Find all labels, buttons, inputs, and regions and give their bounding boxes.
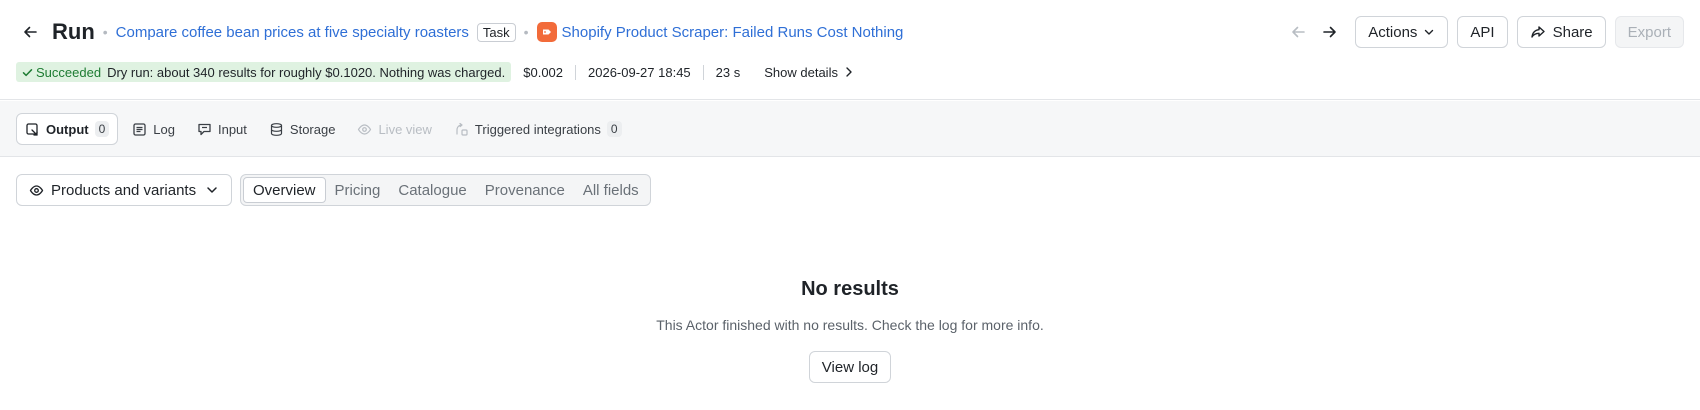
- tag-icon: [536, 22, 557, 42]
- arrow-right-icon: [1323, 26, 1337, 38]
- chevron-down-icon: [207, 187, 217, 193]
- status-badge: Succeeded Dry run: about 340 results for…: [16, 62, 512, 82]
- task-link[interactable]: Compare coffee bean prices at five speci…: [116, 24, 469, 41]
- share-button[interactable]: Share: [1516, 16, 1606, 48]
- api-label: API: [1470, 23, 1495, 41]
- run-header: Run • Compare coffee bean prices at five…: [0, 0, 1700, 100]
- eye-icon: [358, 123, 372, 135]
- tab-triggered-integrations[interactable]: Triggered integrations 0: [446, 113, 630, 145]
- tab-input[interactable]: Input: [189, 113, 255, 145]
- view-select[interactable]: Products and variants: [16, 174, 232, 206]
- show-details-label: Show details: [764, 64, 838, 80]
- view-log-button[interactable]: View log: [808, 351, 892, 383]
- actor-name: Shopify Product Scraper: Failed Runs Cos…: [561, 23, 904, 41]
- tab-log-label: Log: [153, 121, 175, 137]
- api-button[interactable]: API: [1457, 16, 1508, 48]
- separator-dot: •: [102, 24, 108, 40]
- tab-output-count: 0: [94, 121, 110, 137]
- tab-storage-label: Storage: [289, 121, 336, 137]
- input-icon: [198, 123, 211, 135]
- empty-state: No results This Actor finished with no r…: [0, 278, 1700, 383]
- run-tabs: Output 0 Log Input Storage Live view Tri…: [16, 113, 636, 145]
- export-button[interactable]: Export: [1614, 16, 1684, 48]
- segment-pricing[interactable]: Pricing: [326, 177, 390, 203]
- storage-icon: [270, 122, 283, 136]
- tab-output[interactable]: Output 0: [16, 113, 119, 145]
- check-icon: [22, 68, 33, 76]
- chevron-right-icon: [846, 67, 852, 77]
- page-title: Run: [52, 19, 95, 44]
- header-toolbar: Actions API Share Export: [1282, 16, 1684, 48]
- tab-live-view[interactable]: Live view: [349, 113, 439, 145]
- segment-provenance[interactable]: Provenance: [476, 177, 574, 203]
- status-state: Succeeded: [22, 65, 101, 80]
- tab-triggered-integrations-count: 0: [606, 121, 622, 137]
- tab-storage[interactable]: Storage: [261, 113, 344, 145]
- export-label: Export: [1627, 23, 1671, 41]
- share-label: Share: [1552, 23, 1593, 41]
- arrow-left-icon: [1292, 26, 1306, 38]
- run-cost: $0.002: [523, 64, 564, 80]
- actions-button[interactable]: Actions: [1355, 16, 1449, 48]
- tab-input-label: Input: [217, 121, 247, 137]
- status-state-label: Succeeded: [36, 64, 102, 80]
- tab-triggered-integrations-label: Triggered integrations: [474, 121, 601, 137]
- tab-log[interactable]: Log: [124, 113, 183, 145]
- chevron-down-icon: [1425, 29, 1434, 35]
- next-run-button[interactable]: [1314, 16, 1346, 48]
- segment-catalogue[interactable]: Catalogue: [389, 177, 475, 203]
- segment-all-fields[interactable]: All fields: [574, 177, 648, 203]
- previous-run-button[interactable]: [1282, 16, 1314, 48]
- view-segment-control: Overview Pricing Catalogue Provenance Al…: [240, 174, 651, 206]
- log-icon: [133, 122, 146, 136]
- run-duration: 23 s: [702, 64, 753, 80]
- actor-link[interactable]: Shopify Product Scraper: Failed Runs Cos…: [536, 22, 904, 42]
- back-button[interactable]: [18, 20, 42, 44]
- separator-dot: •: [523, 24, 529, 40]
- integrations-icon: [456, 122, 468, 136]
- segment-overview[interactable]: Overview: [243, 177, 326, 203]
- empty-state-message: This Actor finished with no results. Che…: [656, 317, 1044, 333]
- arrow-left-icon: [24, 26, 37, 38]
- tab-output-label: Output: [46, 121, 89, 137]
- run-status-row: Succeeded Dry run: about 340 results for…: [16, 61, 866, 83]
- run-tabs-bar: Output 0 Log Input Storage Live view Tri…: [0, 101, 1700, 157]
- empty-state-title: No results: [801, 278, 899, 300]
- view-select-value: Products and variants: [51, 181, 197, 199]
- show-details-button[interactable]: Show details: [752, 65, 866, 80]
- output-icon: [26, 122, 38, 136]
- tab-live-view-label: Live view: [378, 121, 432, 137]
- eye-icon: [29, 184, 44, 196]
- share-icon: [1530, 26, 1545, 38]
- run-started: 2026-09-27 18:45: [575, 64, 703, 80]
- status-message: Dry run: about 340 results for roughly $…: [107, 64, 506, 80]
- title-row: Run • Compare coffee bean prices at five…: [18, 14, 903, 50]
- actions-label: Actions: [1368, 23, 1418, 41]
- task-badge: Task: [476, 22, 516, 42]
